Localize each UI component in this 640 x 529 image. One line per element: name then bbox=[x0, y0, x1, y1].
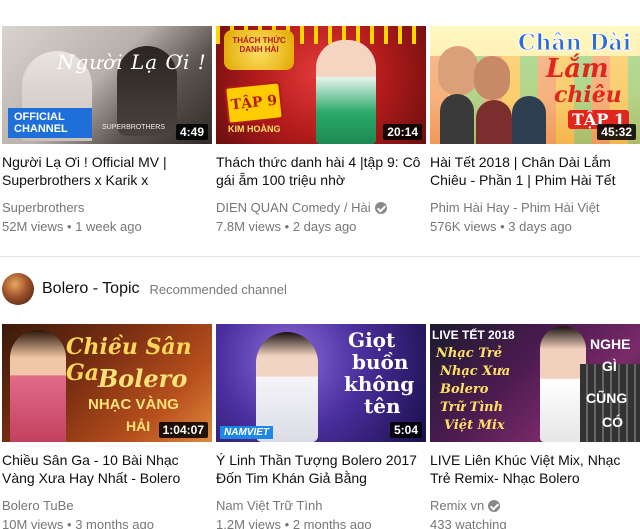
thumbnail-headline: Lắm bbox=[546, 54, 609, 84]
duration-badge: 45:32 bbox=[597, 124, 636, 140]
thumbnail-side-line: NGHE bbox=[590, 336, 631, 352]
live-watching-count: 433 watching bbox=[430, 517, 507, 529]
thumbnail-headline: Giọt bbox=[348, 328, 396, 352]
video-title[interactable]: Ý Linh Thần Tượng Bolero 2017 Đốn Tim Kh… bbox=[216, 451, 426, 487]
video-title[interactable]: LIVE Liên Khúc Việt Mix, Nhạc Trẻ Remix-… bbox=[430, 451, 640, 487]
thumbnail-image: LIVE TẾT 2018 Nhạc Trẻ Nhạc Xưa Bolero T… bbox=[430, 324, 640, 442]
video-thumbnail[interactable]: LIVE TẾT 2018 Nhạc Trẻ Nhạc Xưa Bolero T… bbox=[430, 324, 640, 442]
channel-name-link[interactable]: Nam Việt Trữ Tình bbox=[216, 496, 426, 515]
thumbnail-side-line: CŨNG bbox=[586, 390, 628, 406]
channel-name-link[interactable]: Phim Hài Hay - Phim Hài Việt bbox=[430, 198, 640, 217]
duration-badge: 1:04:07 bbox=[158, 422, 208, 438]
thumbnail-side-line: CÓ bbox=[602, 414, 623, 430]
video-card[interactable]: Chân Dài Lắm chiêu TẬP 1 45:32 Hài Tết 2… bbox=[430, 26, 640, 236]
upload-age: 3 months ago bbox=[75, 517, 154, 529]
channel-name-link[interactable]: Remix vn bbox=[430, 496, 640, 515]
video-thumbnail[interactable]: Giọt buồn không tên NAMVIET 5:04 bbox=[216, 324, 426, 442]
upload-age: 2 days ago bbox=[292, 219, 357, 234]
video-thumbnail[interactable]: Chân Dài Lắm chiêu TẬP 1 45:32 bbox=[430, 26, 640, 144]
verified-icon bbox=[488, 499, 501, 512]
video-card[interactable]: THÁCH THỨC DANH HÀI TẬP 9 KIM HOÀNG 20:14… bbox=[216, 26, 426, 236]
video-thumbnail[interactable]: THÁCH THỨC DANH HÀI TẬP 9 KIM HOÀNG 20:14 bbox=[216, 26, 426, 144]
view-count: 7.8M views bbox=[216, 219, 282, 234]
channel-avatar[interactable] bbox=[2, 273, 34, 305]
upload-age: 2 months ago bbox=[292, 517, 372, 529]
episode-badge: TẬP 9 bbox=[224, 81, 284, 125]
namviet-logo: NAMVIET bbox=[220, 426, 273, 439]
upload-age: 3 days ago bbox=[508, 219, 572, 234]
thumbnail-live-tag: LIVE TẾT 2018 bbox=[432, 328, 515, 342]
video-thumbnail[interactable]: Người Lạ Ơi ! OFFICIAL CHANNEL SUPERBROT… bbox=[2, 26, 212, 144]
thumbnail-script-text: Người Lạ Ơi ! bbox=[57, 50, 207, 74]
channel-shelf-title[interactable]: Bolero - Topic bbox=[42, 280, 140, 298]
credit-text: SUPERBROTHERS bbox=[102, 124, 166, 131]
thumbnail-headline: buồn bbox=[352, 350, 409, 374]
video-meta: Nam Việt Trữ Tình 1.2M views • 2 months … bbox=[216, 496, 426, 529]
video-meta: Remix vn 433 watching bbox=[430, 496, 640, 529]
video-title[interactable]: Thách thức danh hài 4 |tập 9: Cô gái ẵm … bbox=[216, 153, 426, 189]
thumbnail-headline: HẢI bbox=[126, 418, 151, 434]
thumbnail-headline: Bolero bbox=[98, 364, 188, 393]
channel-name-link[interactable]: DIEN QUAN Comedy / Hài bbox=[216, 198, 426, 217]
video-title[interactable]: Chiều Sân Ga - 10 Bài Nhạc Vàng Xưa Hay … bbox=[2, 451, 212, 487]
video-meta: Bolero TuBe 10M views • 3 months ago bbox=[2, 496, 212, 529]
video-card[interactable]: LIVE TẾT 2018 Nhạc Trẻ Nhạc Xưa Bolero T… bbox=[430, 324, 640, 529]
video-meta: DIEN QUAN Comedy / Hài 7.8M views • 2 da… bbox=[216, 198, 426, 236]
video-thumbnail[interactable]: Chiều Sân Ga Bolero NHẠC VÀNG HẢI 1:04:0… bbox=[2, 324, 212, 442]
thumbnail-line: Việt Mix bbox=[444, 418, 505, 433]
channel-name-link[interactable]: Superbrothers bbox=[2, 198, 212, 217]
duration-badge: 20:14 bbox=[383, 124, 422, 140]
channel-shelf-header: Bolero - Topic Recommended channel bbox=[2, 273, 287, 305]
view-count: 52M views bbox=[2, 219, 64, 234]
thumbnail-headline: chiêu bbox=[554, 82, 622, 108]
official-channel-badge: OFFICIAL CHANNEL bbox=[8, 108, 92, 138]
thumbnail-headline: Chân Dài bbox=[517, 30, 632, 57]
video-card[interactable]: Chiều Sân Ga Bolero NHẠC VÀNG HẢI 1:04:0… bbox=[2, 324, 212, 529]
video-meta: Phim Hài Hay - Phim Hài Việt 576K views … bbox=[430, 198, 640, 236]
duration-badge: 4:49 bbox=[175, 124, 208, 140]
thumbnail-side-line: GÌ bbox=[602, 358, 617, 374]
thumbnail-line: Nhạc Xưa bbox=[440, 364, 511, 379]
verified-icon bbox=[374, 201, 387, 214]
thumbnail-headline: NHẠC VÀNG bbox=[88, 396, 179, 413]
video-title[interactable]: Người Lạ Ơi ! Official MV | Superbrother… bbox=[2, 153, 212, 189]
video-title[interactable]: Hài Tết 2018 | Chân Dài Lắm Chiêu - Phần… bbox=[430, 153, 640, 189]
view-count: 576K views bbox=[430, 219, 497, 234]
channel-shelf-subtitle: Recommended channel bbox=[149, 281, 287, 297]
channel-name-link[interactable]: Bolero TuBe bbox=[2, 496, 212, 515]
view-count: 1.2M views bbox=[216, 517, 282, 529]
thumbnail-line: Nhạc Trẻ bbox=[436, 346, 503, 361]
video-card[interactable]: Giọt buồn không tên NAMVIET 5:04 Ý Linh … bbox=[216, 324, 426, 529]
section-divider bbox=[0, 256, 640, 257]
episode-subtitle: KIM HOÀNG bbox=[228, 124, 281, 134]
video-card[interactable]: Người Lạ Ơi ! OFFICIAL CHANNEL SUPERBROT… bbox=[2, 26, 212, 236]
upload-age: 1 week ago bbox=[75, 219, 142, 234]
thumbnail-headline: tên bbox=[364, 394, 401, 418]
view-count: 10M views bbox=[2, 517, 64, 529]
thumbnail-headline: không bbox=[344, 372, 415, 396]
thumbnail-line: Bolero bbox=[440, 382, 489, 397]
video-meta: Superbrothers 52M views • 1 week ago bbox=[2, 198, 212, 236]
thumbnail-line: Trữ Tình bbox=[440, 400, 504, 415]
duration-badge: 5:04 bbox=[389, 422, 422, 438]
